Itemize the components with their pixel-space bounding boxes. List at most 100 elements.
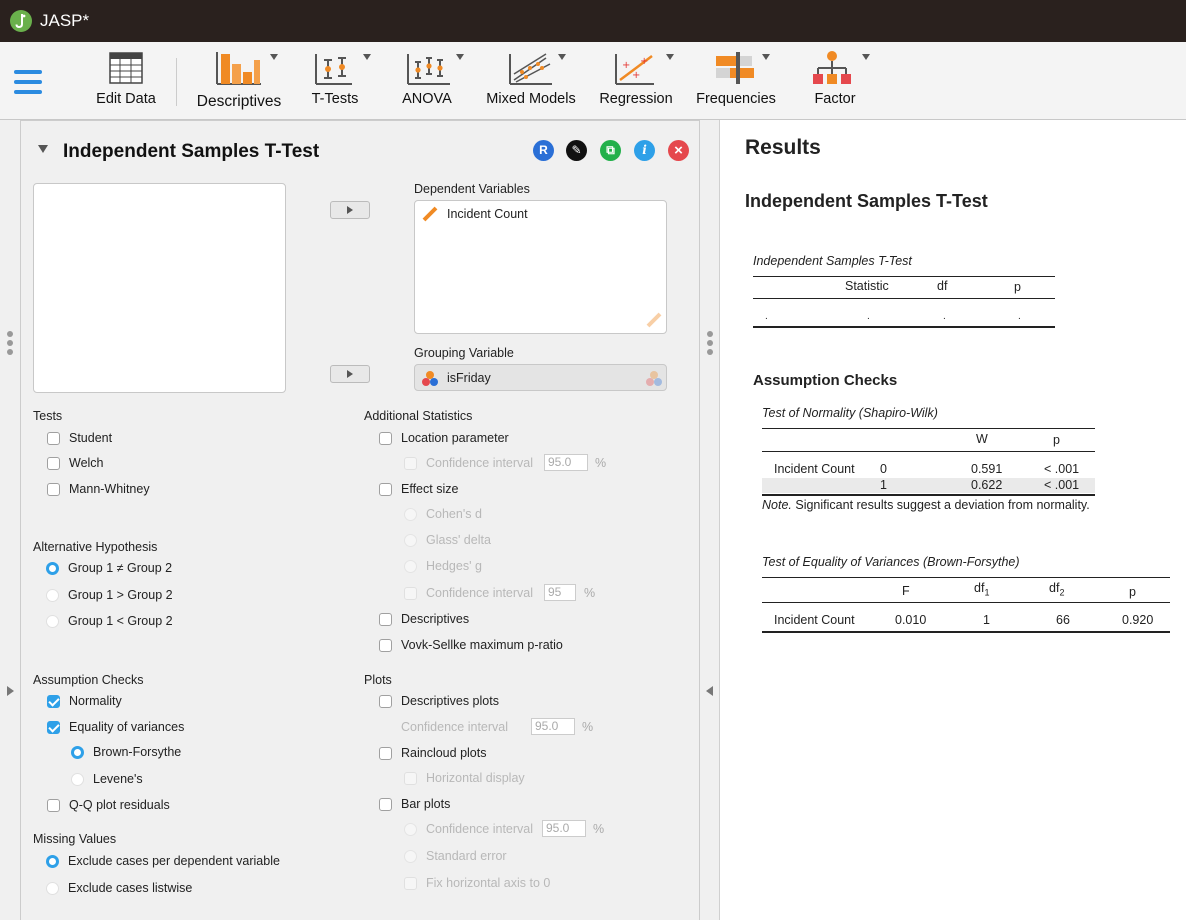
table-rule	[753, 298, 1055, 299]
duplicate-icon[interactable]: ⧉	[600, 140, 621, 161]
r-syntax-icon[interactable]: R	[533, 140, 554, 161]
grouping-variable-box[interactable]: isFriday	[414, 364, 667, 391]
ribbon-toolbar: Edit Data Descriptives T-Tests ANOVA Mix…	[0, 42, 1186, 120]
regression-icon: + + +	[614, 50, 656, 86]
ttest-table-caption: Independent Samples T-Test	[753, 254, 912, 268]
additional-statistics-label: Additional Statistics	[364, 409, 473, 423]
table-rule	[753, 326, 1055, 328]
table-rule	[753, 276, 1055, 277]
normality-header-p: p	[1053, 433, 1060, 447]
ribbon-descriptives-label: Descriptives	[196, 93, 282, 110]
bar-chart-icon	[215, 50, 263, 86]
missing-values-label: Missing Values	[33, 832, 117, 846]
table-rule	[762, 451, 1095, 452]
ribbon-mixed-models-label: Mixed Models	[486, 91, 576, 107]
ribbon-anova-button[interactable]: ANOVA	[398, 50, 464, 112]
chevron-down-icon	[270, 54, 278, 60]
svg-text:+: +	[622, 60, 630, 71]
ttest-header-statistic: Statistic	[845, 279, 889, 293]
ribbon-frequencies-label: Frequencies	[696, 91, 776, 107]
normality-w: 0.591	[971, 462, 1003, 476]
percent-label: %	[584, 586, 596, 600]
assumption-checks-heading: Assumption Checks	[753, 372, 898, 389]
equality-df2-value: 66	[1056, 613, 1070, 627]
move-to-dependent-button[interactable]	[330, 201, 370, 219]
ttest-icon	[314, 50, 354, 86]
percent-label: %	[593, 822, 605, 836]
info-icon[interactable]: i	[634, 140, 655, 161]
svg-text:+: +	[640, 56, 648, 67]
tests-section-label: Tests	[33, 409, 63, 423]
dependent-variable-item[interactable]: Incident Count	[447, 207, 528, 221]
panel-splitter[interactable]	[700, 120, 720, 920]
normality-p: < .001	[1044, 478, 1080, 492]
ribbon-ttests-button[interactable]: T-Tests	[306, 50, 371, 112]
df-label: df	[1049, 581, 1060, 595]
nominal-variable-icon	[421, 370, 439, 388]
edit-title-icon[interactable]: ✎	[566, 140, 587, 161]
dependent-variables-box[interactable]: Incident Count	[414, 200, 667, 334]
equality-variable: Incident Count	[774, 613, 855, 627]
ribbon-descriptives-button[interactable]: Descriptives	[190, 50, 288, 112]
note-text: Significant results suggest a deviation …	[791, 498, 1090, 512]
equality-table-caption: Test of Equality of Variances (Brown-For…	[762, 555, 1020, 569]
normality-variable: Incident Count	[774, 462, 855, 476]
close-icon[interactable]: ×	[668, 140, 689, 161]
table-rule	[762, 494, 1095, 496]
normality-table-caption: Test of Normality (Shapiro-Wilk)	[762, 406, 938, 420]
expand-panel-icon[interactable]	[7, 686, 14, 696]
chevron-down-icon	[666, 54, 674, 60]
location-ci-input: 95.0	[544, 454, 588, 471]
factor-icon	[812, 50, 852, 86]
ribbon-edit-data-button[interactable]: Edit Data	[90, 50, 162, 112]
ribbon-anova-label: ANOVA	[402, 91, 452, 107]
chevron-down-icon	[862, 54, 870, 60]
ttest-cell: .	[867, 311, 870, 322]
effect-size-ci-input: 95	[544, 584, 576, 601]
chevron-down-icon	[558, 54, 566, 60]
normality-p: < .001	[1044, 462, 1080, 476]
equality-df1-value: 1	[983, 613, 990, 627]
ttest-cell: .	[1018, 311, 1021, 322]
normality-group: 1	[880, 478, 887, 492]
ribbon-factor-label: Factor	[814, 91, 856, 107]
drag-handle-icon[interactable]	[7, 331, 13, 358]
scale-variable-icon	[421, 205, 439, 223]
ribbon-frequencies-button[interactable]: Frequencies	[694, 50, 778, 112]
left-gutter	[0, 120, 20, 920]
table-rule	[762, 631, 1170, 633]
ribbon-mixed-models-button[interactable]: Mixed Models	[482, 50, 580, 112]
ribbon-regression-label: Regression	[599, 91, 673, 107]
anova-icon	[406, 50, 452, 86]
collapse-triangle-icon[interactable]	[38, 145, 48, 153]
drag-handle-icon[interactable]	[707, 331, 713, 358]
dependent-variables-label: Dependent Variables	[414, 182, 530, 196]
descriptives-plots-ci-input: 95.0	[531, 718, 575, 735]
equality-header-df1: df1	[974, 581, 989, 598]
mixed-models-icon	[508, 50, 554, 86]
ribbon-ttests-label: T-Tests	[311, 91, 359, 107]
equality-header-f: F	[902, 584, 910, 598]
ribbon-factor-button[interactable]: Factor	[806, 50, 870, 112]
table-rule	[762, 602, 1170, 603]
percent-label: %	[582, 720, 594, 734]
assumption-checks-label: Assumption Checks	[33, 673, 144, 687]
results-title: Results	[745, 136, 821, 159]
available-variables-list[interactable]	[33, 183, 286, 393]
df-label: df	[974, 581, 985, 595]
hamburger-menu-icon[interactable]	[14, 68, 42, 96]
results-panel: Results Independent Samples T-Test Indep…	[721, 120, 1186, 920]
ribbon-regression-button[interactable]: + + + Regression	[596, 50, 676, 112]
grouping-variable-item[interactable]: isFriday	[447, 371, 491, 385]
normality-group: 0	[880, 462, 887, 476]
ttest-header-df: df	[937, 279, 948, 293]
equality-f-value: 0.010	[895, 613, 927, 627]
move-to-grouping-button[interactable]	[330, 365, 370, 383]
percent-label: %	[595, 456, 607, 470]
chevron-down-icon	[456, 54, 464, 60]
ttest-cell: .	[765, 311, 768, 322]
title-bar: JASP*	[0, 0, 1186, 42]
note-label: Note.	[762, 498, 792, 512]
results-analysis-title: Independent Samples T-Test	[745, 191, 988, 211]
collapse-panel-icon[interactable]	[706, 686, 713, 696]
